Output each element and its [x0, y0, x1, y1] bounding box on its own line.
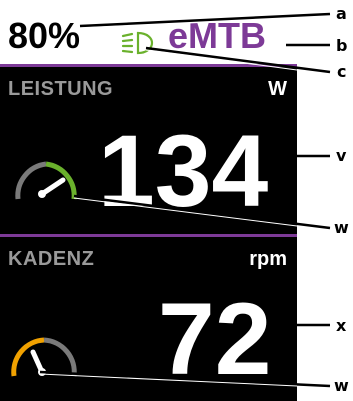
cadence-gauge-track: [43, 337, 77, 377]
cadence-unit: rpm: [249, 248, 287, 270]
headlight-icon: [121, 31, 154, 55]
callout-label-a: a: [336, 4, 347, 23]
callout-label-w2: w: [334, 376, 349, 395]
battery-level: 80%: [8, 15, 81, 56]
callout-label-b: b: [336, 36, 348, 55]
callout-label-w1: w: [334, 218, 349, 237]
power-label: LEISTUNG: [8, 78, 114, 100]
callout-label-v: v: [336, 146, 347, 165]
assist-mode: eMTB: [168, 15, 266, 56]
callout-label-x: x: [336, 316, 347, 335]
power-unit: W: [268, 78, 287, 100]
power-gauge: [15, 161, 77, 200]
cadence-gauge-hub: [38, 368, 46, 376]
callout-label-c: c: [337, 62, 347, 81]
cadence-value: 72: [158, 282, 272, 396]
cadence-gauge: [11, 337, 77, 377]
separator-middle: [0, 234, 297, 237]
bike-display-screen: 80% eMTB LEISTUNG W 134 KADENZ rpm 72: [0, 4, 297, 401]
separator-top: [0, 64, 297, 67]
power-value: 134: [98, 114, 269, 228]
cadence-label: KADENZ: [8, 248, 95, 270]
power-gauge-hub: [38, 190, 46, 198]
status-bar: 80% eMTB: [0, 4, 297, 64]
